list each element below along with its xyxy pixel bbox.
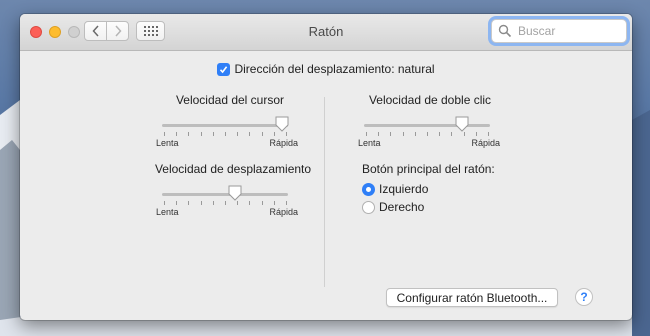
slider-tick [274, 201, 275, 205]
slider-tick [249, 132, 250, 136]
slider-max-label: Rápida [269, 138, 298, 148]
slider-tick [262, 132, 263, 136]
slider-tick [366, 132, 367, 136]
radio-option-left[interactable]: Izquierdo [362, 182, 428, 196]
slider-tick [274, 132, 275, 136]
slider-tick [213, 132, 214, 136]
slider-tick [403, 132, 404, 136]
slider-tick [164, 201, 165, 205]
radio-left[interactable] [362, 182, 375, 196]
help-icon[interactable]: ? [575, 288, 593, 306]
slider-tick [249, 201, 250, 205]
double-click-speed-label: Velocidad de doble clic [368, 93, 492, 107]
slider-tick [201, 201, 202, 205]
slider-tick [286, 132, 287, 136]
slider-tick [262, 201, 263, 205]
slider-max-label: Rápida [269, 207, 298, 217]
primary-button-label: Botón principal del ratón: [362, 162, 495, 176]
slider-tick [451, 132, 452, 136]
double-click-speed-slider[interactable]: Lenta Rápida [358, 116, 500, 150]
slider-tick [225, 132, 226, 136]
search-icon [498, 24, 512, 38]
scroll-speed-label: Velocidad de desplazamiento [154, 162, 312, 176]
slider-tick [188, 201, 189, 205]
slider-tick [488, 132, 489, 136]
slider-tick [213, 201, 214, 205]
slider-tick [439, 132, 440, 136]
slider-tick [415, 132, 416, 136]
slider-track [162, 124, 288, 127]
title-bar: Ratón [20, 14, 632, 51]
slider-tick [286, 201, 287, 205]
slider-tick [176, 132, 177, 136]
slider-min-label: Lenta [156, 138, 179, 148]
slider-tick [176, 201, 177, 205]
checkmark-icon [220, 65, 228, 73]
slider-min-label: Lenta [156, 207, 179, 217]
slider-min-label: Lenta [358, 138, 381, 148]
search-field[interactable] [491, 19, 627, 43]
configure-bluetooth-mouse-button[interactable]: Configurar ratón Bluetooth... [386, 288, 558, 307]
slider-thumb[interactable] [228, 185, 242, 201]
cursor-speed-slider[interactable]: Lenta Rápida [156, 116, 298, 150]
natural-scroll-label: Dirección del desplazamiento: natural [234, 62, 435, 76]
slider-thumb[interactable] [455, 116, 469, 132]
slider-tick [464, 132, 465, 136]
radio-right[interactable] [362, 200, 375, 214]
slider-tick [427, 132, 428, 136]
slider-track [162, 193, 288, 196]
radio-option-right[interactable]: Derecho [362, 200, 424, 214]
radio-left-label: Izquierdo [379, 182, 429, 196]
preferences-window: Ratón Dirección del desplazamiento: natu… [20, 14, 632, 320]
slider-tick [237, 132, 238, 136]
slider-thumb[interactable] [275, 116, 289, 132]
slider-tick [390, 132, 391, 136]
column-divider [324, 97, 325, 287]
slider-tick [476, 132, 477, 136]
slider-tick [378, 132, 379, 136]
slider-tick [201, 132, 202, 136]
radio-right-label: Derecho [379, 200, 425, 214]
natural-scroll-checkbox[interactable] [217, 62, 231, 76]
search-input[interactable] [516, 23, 626, 39]
mouse-preferences-pane: Dirección del desplazamiento: natural Ve… [20, 51, 632, 320]
slider-max-label: Rápida [471, 138, 500, 148]
slider-tick [164, 132, 165, 136]
slider-tick [188, 132, 189, 136]
slider-tick [237, 201, 238, 205]
natural-scroll-option[interactable]: Dirección del desplazamiento: natural [20, 62, 632, 76]
slider-tick [225, 201, 226, 205]
slider-track [364, 124, 490, 127]
cursor-speed-label: Velocidad del cursor [175, 93, 285, 107]
scroll-speed-slider[interactable]: Lenta Rápida [156, 185, 298, 219]
